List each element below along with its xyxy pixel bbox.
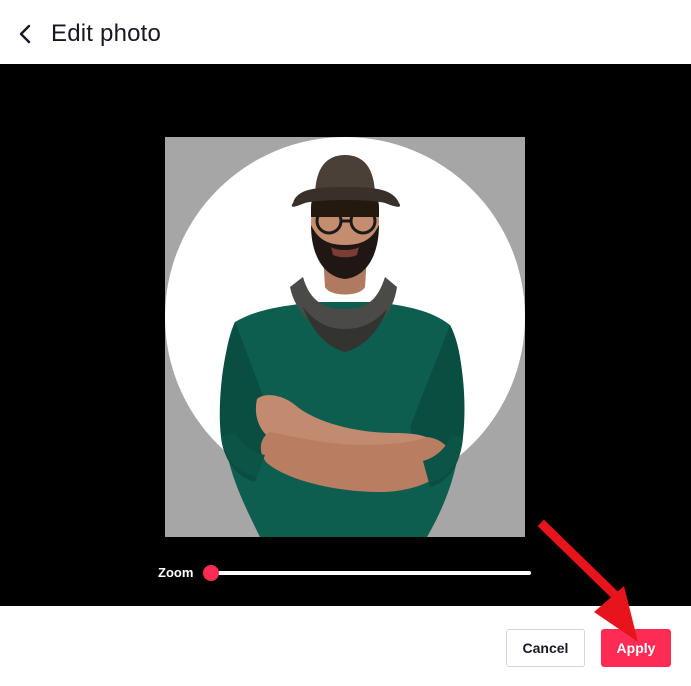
photo-crop-area[interactable] <box>165 137 525 537</box>
chevron-left-icon <box>19 24 31 44</box>
profile-photo <box>219 155 465 537</box>
cancel-button[interactable]: Cancel <box>506 629 585 667</box>
dialog-footer: Cancel Apply <box>0 606 691 686</box>
photo-editor-stage: Zoom <box>0 64 691 606</box>
apply-button[interactable]: Apply <box>601 629 671 667</box>
header: Edit photo <box>0 0 691 64</box>
page-title: Edit photo <box>51 20 162 47</box>
zoom-slider-thumb[interactable] <box>203 565 219 581</box>
edit-photo-dialog: Edit photo Zoom Cancel Apply <box>0 0 691 686</box>
back-button[interactable] <box>14 22 38 46</box>
zoom-label: Zoom <box>158 565 194 580</box>
zoom-slider-track[interactable] <box>210 571 531 575</box>
zoom-control: Zoom <box>158 562 538 584</box>
